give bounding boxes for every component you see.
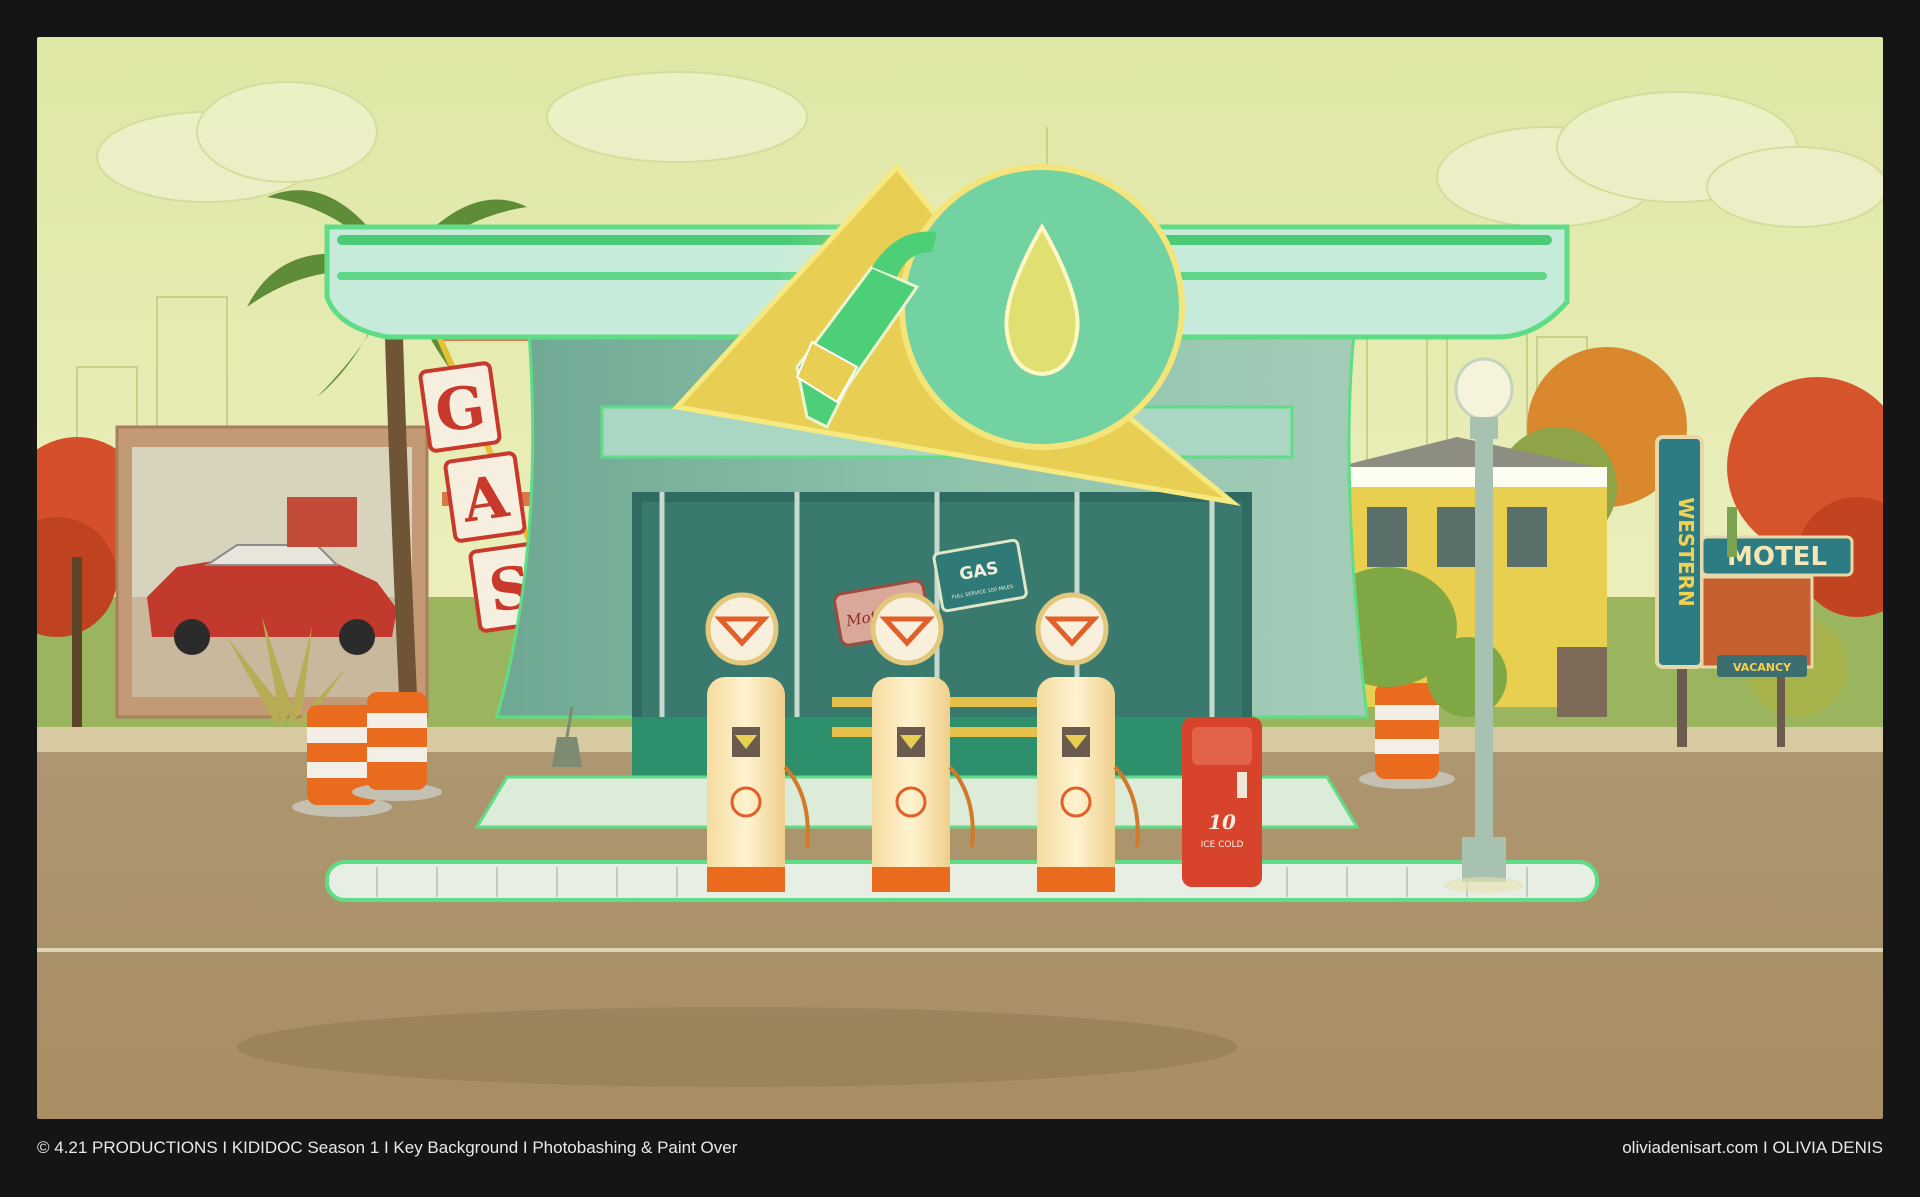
motel-vertical-text: WESTERN	[1674, 497, 1698, 607]
gas-letter-g: G	[431, 372, 490, 446]
motel-name-text: MOTEL	[1727, 542, 1827, 572]
traffic-barrels-left	[292, 692, 442, 817]
caption-right: oliviadenisart.com I OLIVIA DENIS	[1622, 1138, 1883, 1157]
motel-vacancy-text: VACANCY	[1733, 661, 1792, 674]
car-mural	[115, 425, 429, 719]
gas-window-sign: GAS FULL SERVICE 100 MILES	[932, 538, 1028, 613]
key-background-artwork: G A S WESTERN MOTEL VACANCY Motor GAS FU…	[37, 37, 1883, 1119]
credit-caption: © 4.21 PRODUCTIONS I KIDIDOC Season 1 I …	[37, 1136, 1883, 1160]
ice-cold-cooler: 10 ICE COLD	[1182, 717, 1262, 887]
road-shadow	[237, 1007, 1237, 1087]
cooler-label: ICE COLD	[1201, 840, 1244, 850]
cooler-number: 10	[1208, 810, 1236, 834]
caption-left: © 4.21 PRODUCTIONS I KIDIDOC Season 1 I …	[37, 1138, 738, 1157]
